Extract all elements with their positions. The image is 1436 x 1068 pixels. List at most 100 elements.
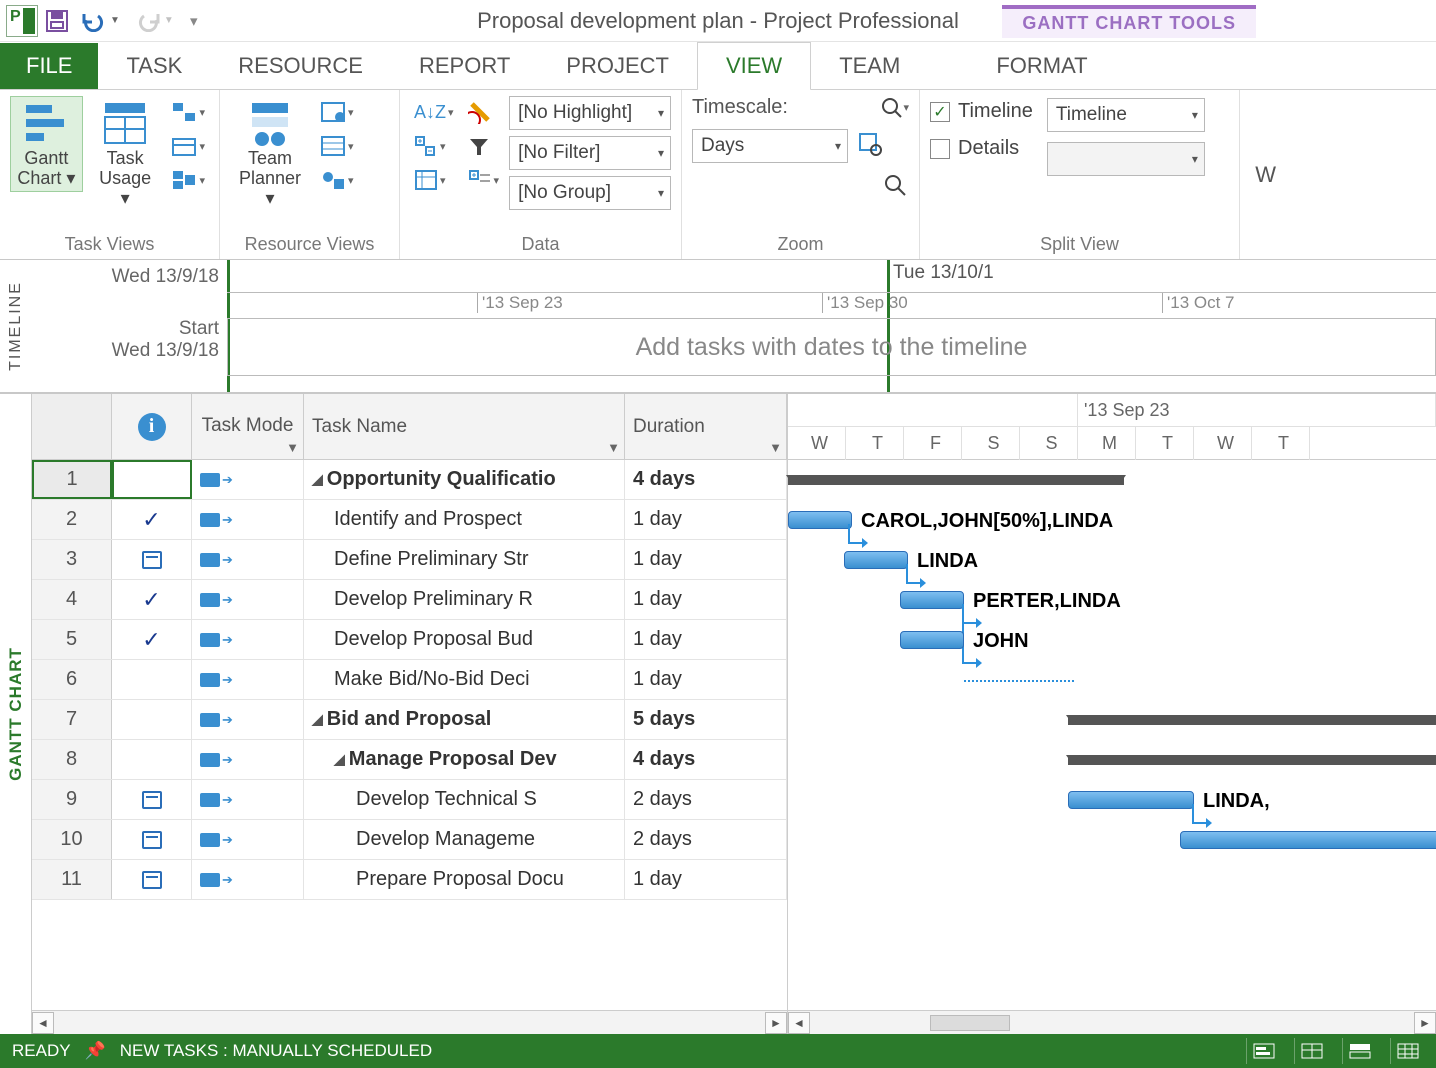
row-name[interactable]: Make Bid/No-Bid Deci: [304, 660, 625, 699]
group-icon[interactable]: ▾: [464, 164, 504, 196]
details-checkbox[interactable]: Details: [930, 137, 1033, 160]
timeline-checkbox[interactable]: ✓Timeline: [930, 100, 1033, 123]
row-mode[interactable]: ➔: [192, 500, 304, 539]
redo-button[interactable]: ▼: [130, 8, 178, 34]
timeline-body[interactable]: Tue 13/10/1 '13 Sep 23 '13 Sep 30 '13 Oc…: [227, 260, 1436, 392]
tab-view[interactable]: VIEW: [697, 42, 811, 91]
row-duration[interactable]: 1 day: [625, 540, 787, 579]
row-mode[interactable]: ➔: [192, 740, 304, 779]
row-info[interactable]: [112, 780, 192, 819]
zoom-button[interactable]: ▾: [881, 97, 909, 119]
row-info[interactable]: [112, 460, 192, 499]
timeline-pane[interactable]: TIMELINE Wed 13/9/18 Start Wed 13/9/18 T…: [0, 260, 1436, 394]
scroll-right-button[interactable]: ►: [1414, 1012, 1436, 1034]
contextual-tab-label[interactable]: GANTT CHART TOOLS: [1002, 5, 1256, 38]
col-task-name[interactable]: Task Name▼: [304, 394, 625, 459]
col-task-mode[interactable]: Task Mode▼: [192, 394, 304, 459]
view-resource-sheet-button[interactable]: [1390, 1038, 1424, 1064]
row-name[interactable]: Identify and Prospect: [304, 500, 625, 539]
tables-button[interactable]: ▾: [410, 164, 458, 196]
timeline-view-combo[interactable]: Timeline▾: [1047, 98, 1205, 132]
row-name[interactable]: Develop Technical S: [304, 780, 625, 819]
table-row[interactable]: 2✓➔Identify and Prospect1 day: [32, 500, 787, 540]
row-name[interactable]: Prepare Proposal Docu: [304, 860, 625, 899]
gantt-body[interactable]: CAROL,JOHN[50%],LINDALINDAPERTER,LINDAJO…: [788, 460, 1436, 1010]
save-button[interactable]: [44, 8, 70, 34]
row-info[interactable]: [112, 820, 192, 859]
other-resource-views-button[interactable]: ▾: [316, 164, 358, 196]
resource-usage-button[interactable]: ▾: [316, 96, 358, 128]
row-mode[interactable]: ➔: [192, 860, 304, 899]
gantt-hscroll[interactable]: ◄ ►: [788, 1010, 1436, 1034]
tab-format[interactable]: FORMAT: [968, 43, 1115, 89]
status-newtasks[interactable]: NEW TASKS : MANUALLY SCHEDULED: [120, 1041, 432, 1061]
scroll-left-button[interactable]: ◄: [788, 1012, 810, 1034]
grid-hscroll[interactable]: ◄ ►: [32, 1010, 787, 1034]
row-duration[interactable]: 1 day: [625, 500, 787, 539]
row-number[interactable]: 7: [32, 700, 112, 739]
summary-bar[interactable]: [1068, 755, 1436, 765]
view-gantt-button[interactable]: [1246, 1038, 1280, 1064]
col-duration[interactable]: Duration▼: [625, 394, 787, 459]
col-info[interactable]: i: [112, 394, 192, 459]
task-usage-button[interactable]: Task Usage ▾: [89, 96, 162, 211]
tab-file[interactable]: FILE: [0, 43, 98, 89]
row-info[interactable]: ✓: [112, 500, 192, 539]
task-bar[interactable]: CAROL,JOHN[50%],LINDA: [788, 511, 852, 529]
task-grid[interactable]: i Task Mode▼ Task Name▼ Duration▼ 1➔◢Opp…: [32, 394, 788, 1034]
tab-project[interactable]: PROJECT: [538, 43, 697, 89]
row-number[interactable]: 3: [32, 540, 112, 579]
row-info[interactable]: [112, 860, 192, 899]
row-mode[interactable]: ➔: [192, 460, 304, 499]
row-duration[interactable]: 5 days: [625, 700, 787, 739]
filter-combo[interactable]: [No Filter]▾: [509, 136, 671, 170]
row-name[interactable]: ◢Opportunity Qualificatio: [304, 460, 625, 499]
table-row[interactable]: 4✓➔Develop Preliminary R1 day: [32, 580, 787, 620]
timescale-combo[interactable]: Days▾: [692, 129, 848, 163]
scroll-left-button[interactable]: ◄: [32, 1012, 54, 1034]
tab-resource[interactable]: RESOURCE: [210, 43, 391, 89]
row-name[interactable]: ◢Manage Proposal Dev: [304, 740, 625, 779]
table-row[interactable]: 3➔Define Preliminary Str1 day: [32, 540, 787, 580]
gantt-chart-pane[interactable]: '13 Sep 23 WTFSSMTWT CAROL,JOHN[50%],LIN…: [788, 394, 1436, 1034]
summary-bar[interactable]: [788, 475, 1124, 485]
zoom-entire-button[interactable]: [858, 132, 884, 160]
details-view-combo[interactable]: ▾: [1047, 142, 1205, 176]
view-task-usage-button[interactable]: [1294, 1038, 1328, 1064]
view-team-planner-button[interactable]: [1342, 1038, 1376, 1064]
row-number[interactable]: 5: [32, 620, 112, 659]
row-name[interactable]: ◢Bid and Proposal: [304, 700, 625, 739]
team-planner-button[interactable]: Team Planner ▾: [230, 96, 310, 211]
task-bar[interactable]: PERTER,LINDA: [900, 591, 964, 609]
table-row[interactable]: 11 ➔Prepare Proposal Docu1 day: [32, 860, 787, 900]
row-duration[interactable]: 1 day: [625, 580, 787, 619]
row-mode[interactable]: ➔: [192, 820, 304, 859]
sort-button[interactable]: A↓Z▾: [410, 96, 458, 128]
zoom-selected-button[interactable]: [883, 173, 909, 201]
timeline-placeholder[interactable]: Add tasks with dates to the timeline: [227, 318, 1436, 376]
row-info[interactable]: [112, 540, 192, 579]
network-diagram-button[interactable]: ▾: [167, 96, 209, 128]
row-number[interactable]: 1: [32, 460, 112, 499]
row-info[interactable]: ✓: [112, 580, 192, 619]
summary-bar[interactable]: [1068, 715, 1436, 725]
row-number[interactable]: 11: [32, 860, 112, 899]
task-bar[interactable]: LINDA,: [1068, 791, 1194, 809]
row-name[interactable]: Define Preliminary Str: [304, 540, 625, 579]
table-row[interactable]: 5✓➔Develop Proposal Bud1 day: [32, 620, 787, 660]
row-number[interactable]: 9: [32, 780, 112, 819]
filter-icon[interactable]: [464, 130, 504, 162]
row-mode[interactable]: ➔: [192, 620, 304, 659]
group-combo[interactable]: [No Group]▾: [509, 176, 671, 210]
scroll-thumb[interactable]: [930, 1015, 1010, 1031]
table-row[interactable]: 6➔Make Bid/No-Bid Deci1 day: [32, 660, 787, 700]
row-duration[interactable]: 1 day: [625, 860, 787, 899]
row-info[interactable]: [112, 740, 192, 779]
highlight-combo[interactable]: [No Highlight]▾: [509, 96, 671, 130]
row-name[interactable]: Develop Preliminary R: [304, 580, 625, 619]
tab-task[interactable]: TASK: [98, 43, 210, 89]
row-name[interactable]: Develop Proposal Bud: [304, 620, 625, 659]
row-mode[interactable]: ➔: [192, 780, 304, 819]
row-number[interactable]: 8: [32, 740, 112, 779]
row-mode[interactable]: ➔: [192, 580, 304, 619]
